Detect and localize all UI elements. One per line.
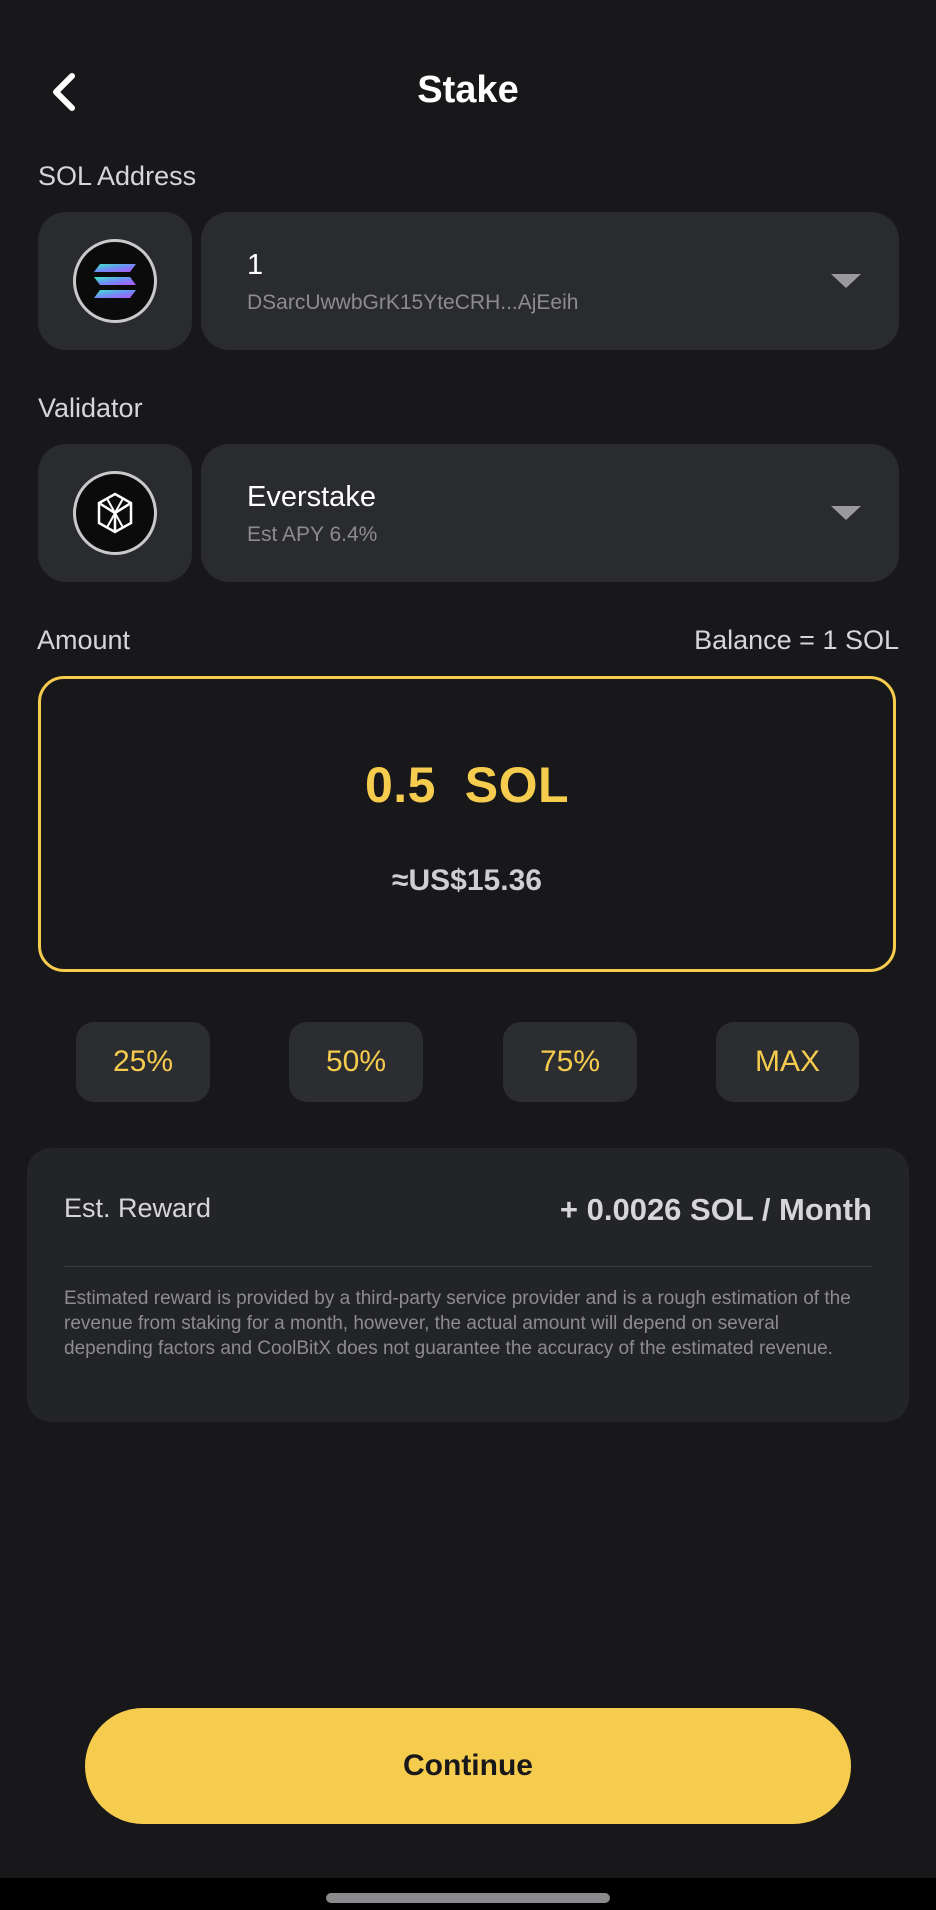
account-name: 1 (247, 249, 264, 281)
home-indicator[interactable] (326, 1893, 610, 1903)
amount-fiat-value: ≈US$15.36 (392, 864, 542, 897)
reward-disclaimer: Estimated reward is provided by a third-… (64, 1288, 851, 1359)
divider (64, 1266, 872, 1267)
percent-50-button[interactable]: 50% (289, 1022, 423, 1102)
max-button[interactable]: MAX (716, 1022, 859, 1102)
percent-75-button[interactable]: 75% (503, 1022, 637, 1102)
amount-label: Amount (37, 625, 131, 655)
validator-label: Validator (38, 393, 143, 423)
reward-label: Est. Reward (64, 1193, 212, 1223)
amount-value: 0.5 SOL (364, 757, 570, 813)
amount-input[interactable]: 0.5 SOL ≈US$15.36 (38, 676, 896, 972)
reward-value: + 0.0026 SOL / Month (559, 1192, 872, 1227)
stake-screen: Stake SOL Address 1 DSarcUwwbGrK15YteCRH… (0, 0, 936, 1910)
continue-button[interactable]: Continue (85, 1708, 851, 1824)
sol-address-value: DSarcUwwbGrK15YteCRH...AjEeih (247, 291, 579, 314)
solana-logo-icon (73, 239, 157, 323)
percent-25-button[interactable]: 25% (76, 1022, 210, 1102)
everstake-logo-icon (73, 471, 157, 555)
page-title: Stake (417, 69, 519, 111)
balance-label: Balance = 1 SOL (694, 625, 899, 655)
validator-name: Everstake (247, 481, 376, 513)
address-select[interactable]: 1 DSarcUwwbGrK15YteCRH...AjEeih (201, 212, 899, 350)
chevron-down-icon (831, 506, 861, 520)
address-icon-card (38, 212, 192, 350)
sol-address-label: SOL Address (38, 161, 197, 191)
validator-apy: Est APY 6.4% (247, 523, 378, 546)
validator-icon-card (38, 444, 192, 582)
validator-select[interactable]: Everstake Est APY 6.4% (201, 444, 899, 582)
reward-card: Est. Reward + 0.0026 SOL / Month Estimat… (27, 1148, 909, 1422)
chevron-down-icon (831, 274, 861, 288)
